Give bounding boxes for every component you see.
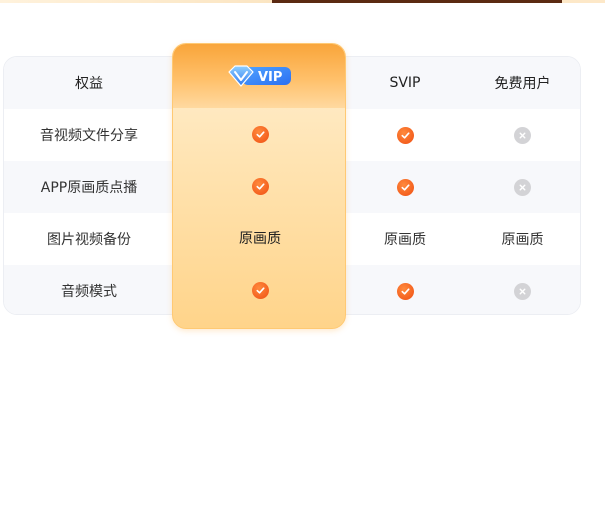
row-label: APP原画质点播 [40,180,138,196]
vip-cell: 原画质 [239,231,281,247]
cross-icon [514,126,531,144]
svip-cell: 原画质 [384,232,426,248]
check-icon [396,126,414,144]
svip-cell [347,161,463,213]
header-benefit: 权益 [75,76,103,92]
vip-column: VIP 原画质 [172,43,346,329]
check-icon [251,281,269,299]
check-icon [396,178,414,196]
svip-cell [347,109,463,161]
svg-text:VIP: VIP [258,70,282,85]
top-strip-dark [272,0,562,3]
svip-cell [347,265,463,314]
vip-cell [173,108,345,160]
row-label: 音频模式 [61,284,117,300]
cross-icon [514,282,531,300]
cross-icon [514,178,531,196]
vip-column-header: VIP [173,44,345,108]
vip-cell [173,160,345,212]
header-svip: SVIP [389,75,421,91]
top-strip [0,0,605,3]
row-label: 图片视频备份 [47,232,131,248]
vip-cell [173,264,345,316]
vip-badge-icon: VIP [228,65,291,87]
check-icon [251,177,269,195]
check-icon [396,282,414,300]
header-free-user: 免费用户 [494,76,551,92]
free-cell [463,265,580,314]
free-cell [463,109,580,161]
free-cell: 原画质 [501,232,544,248]
row-label: 音视频文件分享 [40,128,138,144]
check-icon [251,125,269,143]
free-cell [463,161,580,213]
